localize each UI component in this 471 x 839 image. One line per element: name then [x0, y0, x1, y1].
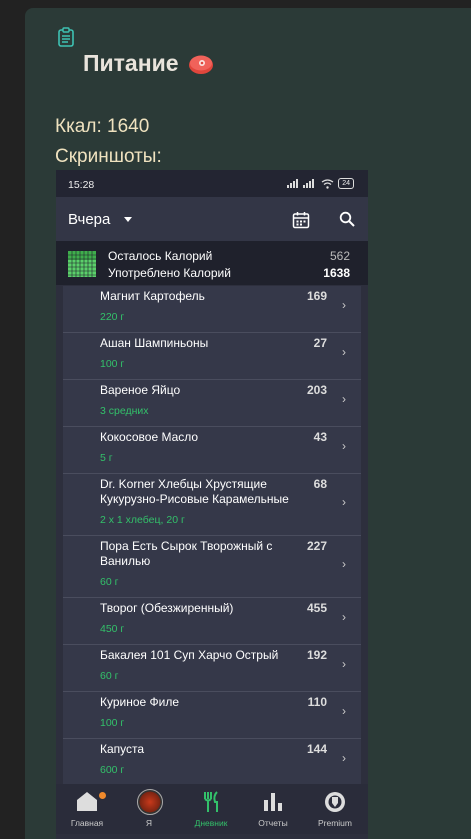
- food-name: Пора Есть Сырок Творожный с Ванилью: [100, 539, 273, 568]
- nav-me-label: Я: [145, 818, 153, 828]
- food-name: Куриное Филе: [100, 695, 180, 709]
- food-name: Бакалея 101 Суп Харчо Острый: [100, 648, 279, 662]
- list-item[interactable]: Пора Есть Сырок Творожный с Ванилью 60 г…: [63, 536, 361, 598]
- list-item[interactable]: Куриное Филе 100 г 110 ›: [63, 692, 361, 739]
- remaining-label: Осталось Калорий: [108, 249, 213, 263]
- list-item[interactable]: Магнит Картофель 220 г 169 ›: [63, 286, 361, 333]
- day-selector[interactable]: Вчера: [68, 211, 110, 228]
- list-item[interactable]: Капуста 600 г 144 ›: [63, 739, 361, 784]
- food-amount: 100 г: [100, 717, 125, 729]
- food-name: Магнит Картофель: [100, 289, 205, 303]
- food-amount: 3 средних: [100, 405, 149, 417]
- avatar: [137, 789, 163, 815]
- food-amount: 60 г: [100, 576, 119, 588]
- food-amount: 2 x 1 хлебец, 20 г: [100, 514, 185, 526]
- page-title-text: Питание: [83, 50, 179, 76]
- consumed-label: Употреблено Калорий: [108, 266, 231, 280]
- food-calories: 43: [313, 430, 327, 444]
- food-calories: 455: [306, 601, 327, 615]
- food-name: Вареное Яйцо: [100, 383, 181, 397]
- meat-icon: [188, 55, 213, 74]
- food-name: Ашан Шампиньоны: [100, 336, 209, 350]
- food-calories: 169: [306, 289, 327, 303]
- status-icons: 24: [287, 178, 354, 189]
- list-item[interactable]: Творог (Обезжиренный) 450 г 455 ›: [63, 598, 361, 645]
- top-bar: Вчера: [56, 197, 368, 241]
- kcal-total: Ккал: 1640: [55, 116, 150, 137]
- nav-me[interactable]: Я: [118, 784, 180, 834]
- remaining-value: 562: [329, 249, 350, 263]
- home-icon: [77, 792, 97, 811]
- nav-reports-label: Отчеты: [258, 818, 288, 828]
- food-calories: 110: [307, 695, 327, 709]
- search-icon[interactable]: [339, 211, 355, 227]
- food-amount: 220 г: [100, 311, 125, 323]
- notification-dot: [99, 792, 106, 799]
- nav-diary[interactable]: Дневник: [180, 784, 242, 834]
- food-amount: 5 г: [100, 452, 113, 464]
- calendar-icon[interactable]: [292, 211, 310, 229]
- chevron-right-icon: ›: [342, 495, 346, 509]
- food-calories: 192: [306, 648, 327, 662]
- nav-premium[interactable]: Premium: [304, 784, 366, 834]
- consumed-value: 1638: [323, 266, 350, 280]
- chevron-right-icon: ›: [342, 345, 346, 359]
- premium-icon: [325, 792, 345, 812]
- chevron-right-icon: ›: [342, 657, 346, 671]
- fork-knife-icon: [204, 791, 218, 812]
- page-title: Питание: [83, 50, 215, 77]
- phone-screenshot: 15:28 24 Вчера Осталось Калорий 562 Упот…: [56, 170, 368, 839]
- nav-home-label: Главная: [70, 818, 104, 828]
- list-item[interactable]: Бакалея 101 Суп Харчо Острый 60 г 192 ›: [63, 645, 361, 692]
- chevron-right-icon: ›: [342, 751, 346, 765]
- nav-diary-label: Дневник: [194, 818, 228, 828]
- chevron-right-icon: ›: [342, 610, 346, 624]
- food-calories: 144: [306, 742, 327, 756]
- signal-icon: [287, 179, 315, 188]
- list-item[interactable]: Вареное Яйцо 3 средних 203 ›: [63, 380, 361, 427]
- food-name: Творог (Обезжиренный): [100, 601, 234, 615]
- food-calories: 227: [306, 539, 327, 553]
- chevron-down-icon[interactable]: [124, 217, 132, 222]
- food-list: Магнит Картофель 220 г 169 › Ашан Шампин…: [63, 286, 361, 784]
- food-calories: 203: [306, 383, 327, 397]
- food-amount: 100 г: [100, 358, 125, 370]
- chevron-right-icon: ›: [342, 557, 346, 571]
- food-calories: 68: [313, 477, 327, 491]
- bar-chart-icon: [264, 793, 282, 811]
- clipboard-icon: [58, 27, 74, 47]
- chevron-right-icon: ›: [342, 439, 346, 453]
- nav-home[interactable]: Главная: [56, 784, 118, 834]
- list-item[interactable]: Ашан Шампиньоны 100 г 27 ›: [63, 333, 361, 380]
- nutrition-card: Питание Ккал: 1640 Скриншоты: 15:28 24 В…: [25, 8, 471, 839]
- status-bar: 15:28 24: [56, 170, 368, 197]
- food-amount: 450 г: [100, 623, 125, 635]
- food-amount: 600 г: [100, 764, 125, 776]
- list-item[interactable]: Кокосовое Масло 5 г 43 ›: [63, 427, 361, 474]
- chevron-right-icon: ›: [342, 298, 346, 312]
- wifi-icon: [321, 178, 334, 189]
- food-amount: 60 г: [100, 670, 119, 682]
- nav-reports[interactable]: Отчеты: [242, 784, 304, 834]
- screenshots-label: Скриншоты:: [55, 146, 162, 167]
- battery-indicator: 24: [338, 178, 354, 189]
- food-name: Dr. Korner Хлебцы Хрустящие Кукурузно-Ри…: [100, 477, 289, 506]
- calorie-summary[interactable]: Осталось Калорий 562 Употреблено Калорий…: [56, 241, 368, 285]
- nav-premium-label: Premium: [317, 818, 352, 828]
- food-calories: 27: [313, 336, 327, 350]
- food-name: Капуста: [100, 742, 145, 756]
- bottom-navigation: Главная Я Дневник Отчеты Premium: [56, 784, 368, 834]
- calorie-grid-icon: [68, 251, 96, 277]
- status-time: 15:28: [68, 179, 95, 191]
- food-name: Кокосовое Масло: [100, 430, 199, 444]
- list-item[interactable]: Dr. Korner Хлебцы Хрустящие Кукурузно-Ри…: [63, 474, 361, 536]
- chevron-right-icon: ›: [342, 392, 346, 406]
- chevron-right-icon: ›: [342, 704, 346, 718]
